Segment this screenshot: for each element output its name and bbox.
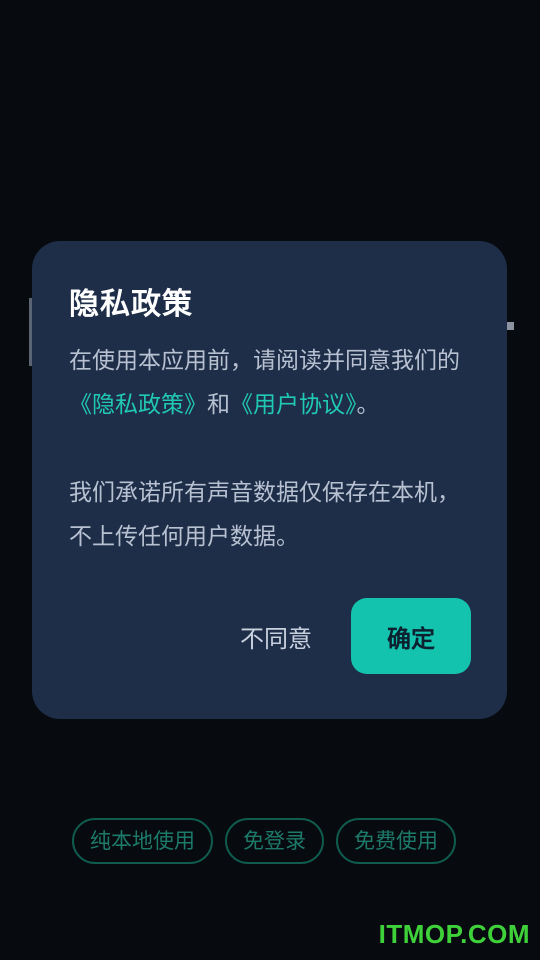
body-text-conjunction: 和 [207,392,230,418]
feature-tag-local: 纯本地使用 [72,818,213,864]
dialog-paragraph-2: 我们承诺所有声音数据仅保存在本机，不上传任何用户数据。 [69,480,460,550]
background-dot-mark [506,322,514,330]
privacy-policy-link[interactable]: 《隐私政策》 [69,392,207,418]
dialog-title: 隐私政策 [69,287,193,322]
feature-tag-no-login: 免登录 [225,818,324,864]
body-text-suffix: 。 [356,392,380,418]
dialog-body: 在使用本应用前，请阅读并同意我们的《隐私政策》和《用户协议》。 我们承诺所有声音… [69,339,479,559]
feature-tags: 纯本地使用 免登录 免费使用 [72,818,456,864]
body-text-prefix: 在使用本应用前，请阅读并同意我们的 [69,348,460,374]
user-agreement-link[interactable]: 《用户协议》 [230,392,357,418]
privacy-dialog: 隐私政策 在使用本应用前，请阅读并同意我们的《隐私政策》和《用户协议》。 我们承… [32,241,507,719]
site-watermark: ITMOP.COM [378,919,530,949]
dialog-paragraph-1: 在使用本应用前，请阅读并同意我们的《隐私政策》和《用户协议》。 [69,339,479,427]
confirm-button[interactable]: 确定 [351,598,471,674]
feature-tag-free: 免费使用 [336,818,456,864]
app-screen: 隐私政策 在使用本应用前，请阅读并同意我们的《隐私政策》和《用户协议》。 我们承… [0,0,540,960]
disagree-button[interactable]: 不同意 [222,598,330,674]
